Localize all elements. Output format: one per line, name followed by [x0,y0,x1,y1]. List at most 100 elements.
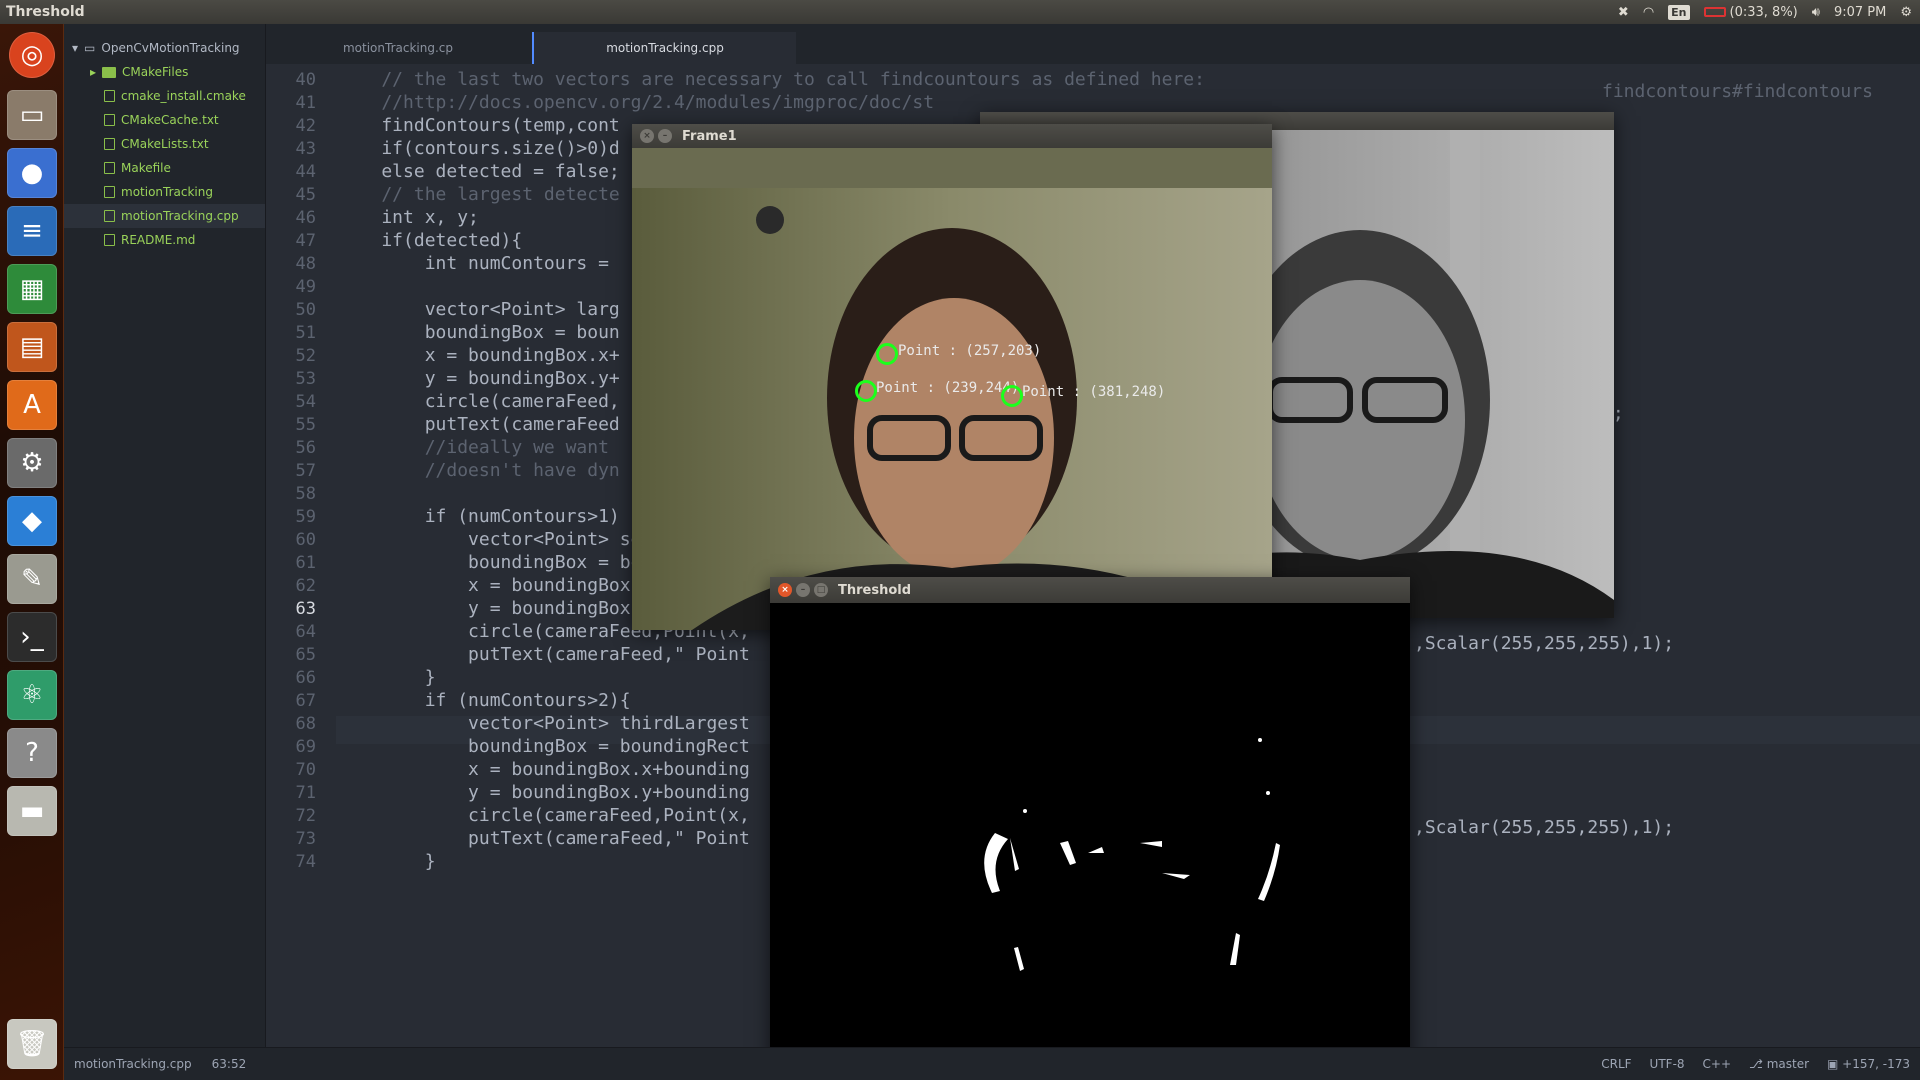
minimize-icon[interactable]: – [658,129,672,143]
tree-item-label: Makefile [121,161,171,175]
file-icon [104,114,115,126]
atom-icon[interactable]: ⚛ [7,670,57,720]
battery-text: (0:33, 8%) [1729,4,1798,20]
diff-count: +157, -173 [1842,1057,1910,1071]
tree-item-label: cmake_install.cmake [121,89,246,103]
marker-label: Point : (239,244) [876,380,1020,396]
wifi-icon[interactable]: ◠ [1643,5,1654,20]
threshold-titlebar[interactable]: × – □ Threshold [770,577,1410,603]
file-tree: ▾ ▭ OpenCvMotionTracking ▸ CMakeFiles cma… [64,24,266,1047]
tree-item-label: README.md [121,233,196,247]
terminal-icon[interactable]: ›_ [7,612,57,662]
clock[interactable]: 9:07 PM [1834,5,1886,20]
tab-motiontracking-cpp[interactable]: motionTracking.cpp [532,32,796,64]
tree-file[interactable]: cmake_install.cmake [64,84,265,108]
software-center-icon[interactable]: A [7,380,57,430]
impress-icon[interactable]: ▤ [7,322,57,372]
battery-icon [1703,7,1726,17]
code-line: //doesn't have dyn [338,460,620,481]
git-branch-icon: ⎇ [1749,1057,1767,1071]
file-icon [104,138,115,150]
threshold-title: Threshold [838,582,912,598]
status-branch[interactable]: ⎇ master [1749,1057,1809,1071]
tree-file-selected[interactable]: motionTracking.cpp [64,204,265,228]
book-icon [104,234,115,246]
threshold-window[interactable]: × – □ Threshold [770,577,1410,1080]
maximize-icon[interactable]: □ [814,583,828,597]
text-editor-icon[interactable]: ✎ [7,554,57,604]
launcher: ◎ ▭ ● ≡ ▦ ▤ A ⚙ ◆ ✎ ›_ ⚛ ? ▬ 🗑︎ [0,24,64,1080]
tree-item-label: CMakeCache.txt [121,113,219,127]
ubuntu-logo-icon[interactable]: ◎ [9,32,55,78]
tree-file[interactable]: Makefile [64,156,265,180]
status-encoding[interactable]: UTF-8 [1650,1057,1685,1071]
dropbox-icon[interactable]: ✖ [1618,5,1629,20]
active-window-title: Threshold [6,4,85,20]
drive-icon[interactable]: ▬ [7,786,57,836]
tracking-marker [855,380,877,402]
volume-icon[interactable]: 🔊︎ [1812,5,1820,20]
help-icon[interactable]: ? [7,728,57,778]
status-cursor-position[interactable]: 63:52 [212,1057,247,1071]
minimize-icon[interactable]: – [796,583,810,597]
tab-bar: motionTracking.cp motionTracking.cpp [266,24,1920,64]
threshold-image [770,603,1410,1080]
code-line: int numContours = [338,253,609,274]
tree-folder[interactable]: ▸ CMakeFiles [64,60,265,84]
branch-name: master [1766,1057,1810,1071]
files-icon[interactable]: ▭ [7,90,57,140]
chevron-down-icon: ▾ [72,41,79,55]
tree-file[interactable]: CMakeLists.txt [64,132,265,156]
status-bar: motionTracking.cpp 63:52 CRLF UTF-8 C++ … [64,1047,1920,1080]
file-icon [104,90,115,102]
repo-icon: ▭ [84,41,96,55]
tree-item-label: motionTracking.cpp [121,209,239,223]
project-root[interactable]: ▾ ▭ OpenCvMotionTracking [64,36,265,60]
status-file[interactable]: motionTracking.cpp [74,1057,192,1071]
file-icon [104,186,115,198]
tracking-marker [876,343,898,365]
dropbox-launcher-icon[interactable]: ◆ [7,496,57,546]
window-buttons: × – □ [770,583,838,597]
tree-item-label: motionTracking [121,185,213,199]
close-icon[interactable]: × [640,129,654,143]
frame1-title: Frame1 [682,128,737,144]
line-number-gutter: 40 41 42 43 44 45 46 47 48 49 50 51 52 53 54 55 56 57 58 59… [266,64,336,1047]
code-line: } [338,851,436,872]
marker-label: Point : (381,248) [1022,384,1166,400]
file-icon [104,162,115,174]
trash-icon[interactable]: 🗑︎ [7,1019,57,1069]
line-number: 74 [295,852,316,872]
tree-item-label: CMakeFiles [122,65,189,79]
indicator-area: ✖ ◠ En (0:33, 8%) 🔊︎ 9:07 PM ⚙ [1618,0,1912,24]
tree-item-label: CMakeLists.txt [121,137,209,151]
folder-icon [102,66,117,78]
frame1-window[interactable]: × – Frame1 Point : (257,203) Point : (23… [632,124,1272,630]
battery-indicator[interactable]: (0:33, 8%) [1703,4,1798,20]
tab-motiontracking-cp[interactable]: motionTracking.cp [266,32,530,64]
project-name: OpenCvMotionTracking [101,41,240,55]
tree-file[interactable]: CMakeCache.txt [64,108,265,132]
status-grammar[interactable]: C++ [1703,1057,1732,1071]
settings-icon[interactable]: ⚙ [7,438,57,488]
camera-feed: Point : (257,203) Point : (239,244) Poin… [632,148,1272,630]
tree-file[interactable]: README.md [64,228,265,252]
chevron-right-icon: ▸ [90,65,97,79]
calc-icon[interactable]: ▦ [7,264,57,314]
file-icon [104,210,115,222]
chrome-icon[interactable]: ● [7,148,57,198]
keyboard-layout[interactable]: En [1668,4,1690,20]
close-icon[interactable]: × [778,583,792,597]
window-buttons: × – [632,129,682,143]
status-diff[interactable]: ▣ +157, -173 [1827,1057,1910,1071]
tracking-marker [1001,385,1023,407]
writer-icon[interactable]: ≡ [7,206,57,256]
frame1-titlebar[interactable]: × – Frame1 [632,124,1272,148]
status-line-ending[interactable]: CRLF [1601,1057,1631,1071]
gear-icon[interactable]: ⚙ [1900,5,1912,20]
code-fragment: ,Scalar(255,255,255),1); [1414,633,1675,654]
top-panel: Threshold ✖ ◠ En (0:33, 8%) 🔊︎ 9:07 PM ⚙ [0,0,1920,24]
code-fragment: ,Scalar(255,255,255),1); [1414,817,1675,838]
tree-file[interactable]: motionTracking [64,180,265,204]
marker-label: Point : (257,203) [898,343,1042,359]
